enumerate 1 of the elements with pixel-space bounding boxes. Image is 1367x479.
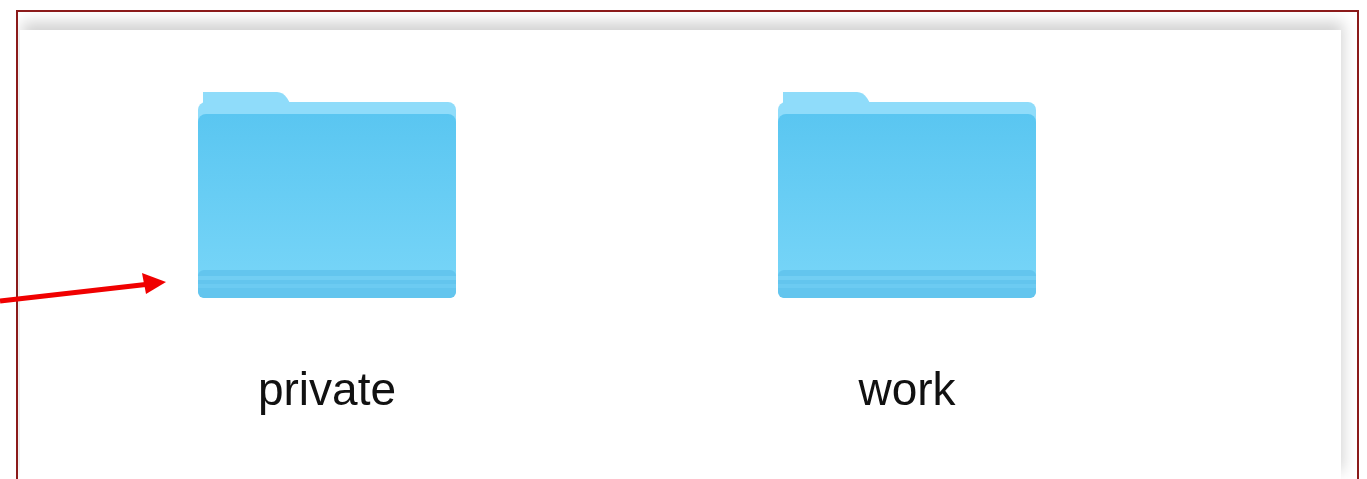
- folder-name: work: [858, 366, 956, 412]
